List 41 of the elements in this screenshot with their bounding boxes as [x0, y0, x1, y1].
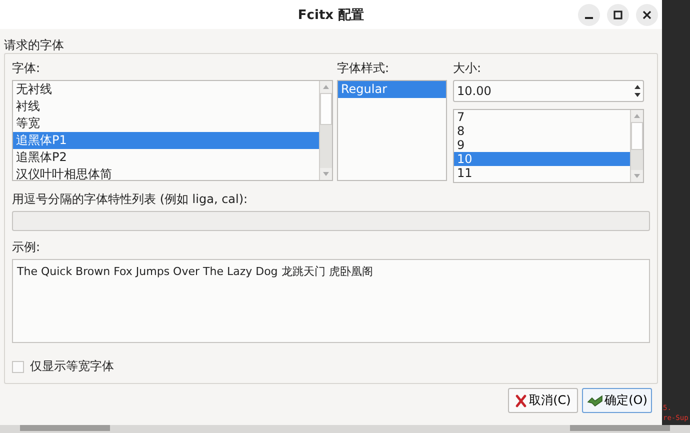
- list-item[interactable]: 追黑体P1: [13, 132, 319, 149]
- ok-button[interactable]: 确定(O): [582, 388, 652, 413]
- list-item[interactable]: 无衬线: [13, 81, 319, 98]
- list-item[interactable]: 8: [454, 124, 630, 138]
- scroll-up-icon[interactable]: [634, 114, 640, 118]
- close-icon: [642, 10, 652, 20]
- cross-icon: [515, 394, 528, 408]
- group-title: 请求的字体: [4, 37, 65, 53]
- maximize-button[interactable]: [607, 4, 629, 26]
- minimize-icon: [585, 17, 593, 19]
- list-item[interactable]: 7: [454, 110, 630, 124]
- close-button[interactable]: [636, 4, 658, 26]
- window-title: Fcitx 配置: [298, 6, 364, 24]
- scroll-down-icon[interactable]: [634, 174, 640, 178]
- list-item[interactable]: 11: [454, 166, 630, 180]
- checkbox[interactable]: [12, 360, 24, 372]
- list-item[interactable]: 衬线: [13, 98, 319, 115]
- checkmark-icon: [586, 394, 603, 408]
- list-item[interactable]: 汉仪叶叶相思体简: [13, 166, 319, 180]
- maximize-icon: [613, 10, 623, 20]
- scroll-down-icon[interactable]: [323, 172, 329, 176]
- minimize-button[interactable]: [578, 4, 600, 26]
- features-input-field[interactable]: [12, 211, 650, 231]
- field-label: 字体样式:: [337, 60, 390, 77]
- spin-arrows-icon: [634, 84, 641, 98]
- checkbox-label: 仅显示等宽字体: [30, 358, 114, 375]
- scrollbar[interactable]: [630, 110, 643, 182]
- field-label: 大小:: [453, 60, 482, 77]
- list-item[interactable]: 等宽: [13, 115, 319, 132]
- scroll-up-icon[interactable]: [323, 85, 329, 89]
- list-item[interactable]: 10: [454, 152, 630, 166]
- list-item[interactable]: 9: [454, 138, 630, 152]
- field-label: 用逗号分隔的字体特性列表 (例如 liga, cal):: [12, 191, 249, 208]
- field-label: 字体:: [12, 60, 42, 77]
- list-item[interactable]: 追黑体P2: [13, 149, 319, 166]
- scrollbar[interactable]: [319, 81, 332, 180]
- list-item[interactable]: Regular: [338, 81, 446, 98]
- sample-text: The Quick Brown Fox Jumps Over The Lazy Dog 龙跳天门 虎卧凰阁: [17, 265, 373, 278]
- cancel-button[interactable]: 取消(C): [508, 388, 578, 413]
- field-label: 示例:: [12, 239, 42, 256]
- size-spinbox[interactable]: 10.00: [453, 80, 644, 102]
